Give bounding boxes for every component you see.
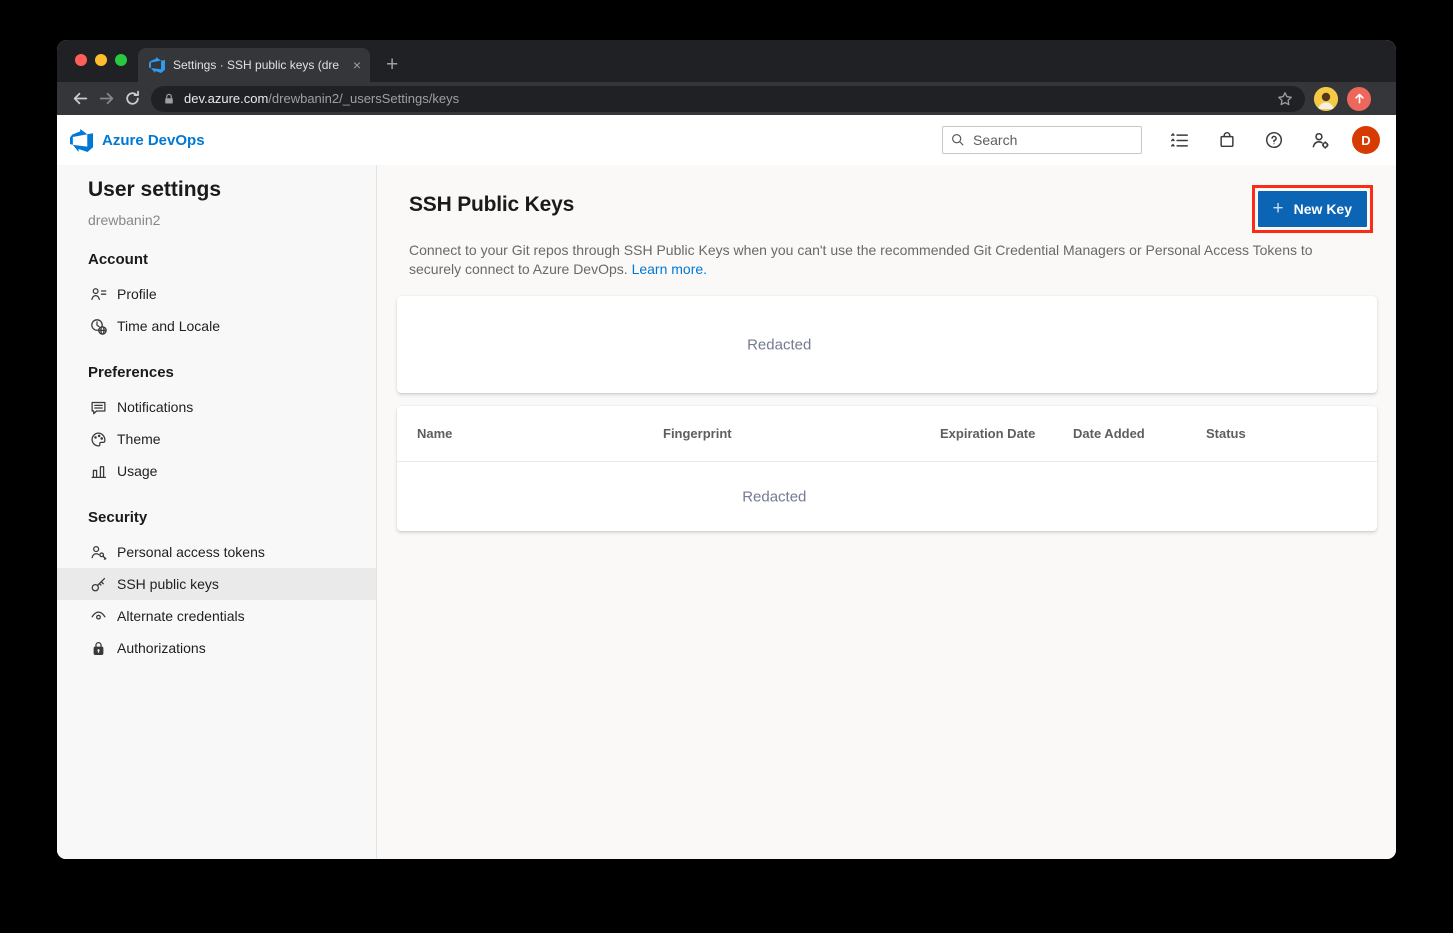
keys-table: Name Fingerprint Expiration Date Date Ad… [397,406,1377,531]
sidebar-item-label: Profile [117,286,157,302]
minimize-window-button[interactable] [95,54,107,66]
table-header-row: Name Fingerprint Expiration Date Date Ad… [397,406,1377,462]
sidebar-item-label: Usage [117,463,157,479]
macos-traffic-lights [75,54,127,66]
redacted-text: Redacted [747,336,811,353]
search-box[interactable] [942,126,1142,154]
url-path: /drewbanin2/_usersSettings/keys [268,91,459,106]
sidebar-item-label: Authorizations [117,640,206,656]
sidebar-item-label: Time and Locale [117,318,220,334]
user-settings-gear-icon[interactable] [1297,115,1344,165]
task-list-icon[interactable] [1156,115,1203,165]
column-header-name: Name [417,426,663,441]
page-description: Connect to your Git repos through SSH Pu… [409,241,1361,279]
column-header-date-added: Date Added [1073,426,1206,441]
time-locale-icon [90,318,107,335]
learn-more-link[interactable]: Learn more. [632,261,707,277]
sidebar-item-personal-access-tokens[interactable]: Personal access tokens [57,536,376,568]
address-bar[interactable]: dev.azure.com/drewbanin2/_usersSettings/… [151,86,1305,112]
column-header-expiration-date: Expiration Date [940,426,1073,441]
forward-icon[interactable] [93,86,119,112]
browser-window: Settings · SSH public keys (dre × + dev.… [57,40,1396,859]
marketplace-bag-icon[interactable] [1203,115,1250,165]
browser-update-icon[interactable] [1347,87,1371,111]
eye-icon [90,608,107,625]
search-input[interactable] [973,132,1133,148]
usage-chart-icon [90,463,107,480]
annotation-highlight-box: + New Key [1252,185,1373,233]
azure-devops-home-link[interactable]: Azure DevOps [70,129,205,152]
tab-title: Settings · SSH public keys (dre [173,58,345,72]
sidebar-item-label: Notifications [117,399,193,415]
sidebar-section-preferences: Preferences [88,363,376,383]
column-header-status: Status [1206,426,1377,441]
theme-palette-icon [90,431,107,448]
url-domain: dev.azure.com [184,91,268,106]
azure-devops-favicon [149,57,165,73]
description-text: Connect to your Git repos through SSH Pu… [409,242,1313,277]
sidebar-item-label: Personal access tokens [117,544,265,560]
brand-name: Azure DevOps [102,132,205,149]
zoom-window-button[interactable] [115,54,127,66]
access-token-icon [90,544,107,561]
settings-sidebar: User settings drewbanin2 Account Profile… [57,165,377,859]
reload-icon[interactable] [119,86,145,112]
lock-icon [90,640,107,657]
sidebar-item-label: Alternate credentials [117,608,245,624]
back-icon[interactable] [67,86,93,112]
ssh-key-icon [90,576,107,593]
new-tab-button[interactable]: + [386,54,398,75]
sidebar-item-alternate-credentials[interactable]: Alternate credentials [57,600,376,632]
tab-close-icon[interactable]: × [353,58,361,72]
search-icon [951,133,965,147]
sidebar-item-time-and-locale[interactable]: Time and Locale [57,310,376,342]
page-title: SSH Public Keys [409,193,574,217]
sidebar-section-account: Account [88,250,376,270]
new-key-button-label: New Key [1294,201,1352,217]
https-lock-icon [163,93,175,105]
close-window-button[interactable] [75,54,87,66]
sidebar-item-label: Theme [117,431,161,447]
sidebar-item-theme[interactable]: Theme [57,423,376,455]
account-avatar[interactable]: D [1352,126,1380,154]
help-icon[interactable] [1250,115,1297,165]
browser-profile-avatar[interactable] [1314,87,1338,111]
new-key-button[interactable]: + New Key [1258,191,1367,227]
sidebar-item-ssh-public-keys[interactable]: SSH public keys [57,568,376,600]
plus-icon: + [1273,199,1284,218]
keys-redacted-panel: Redacted [397,296,1377,393]
sidebar-item-authorizations[interactable]: Authorizations [57,632,376,664]
ssh-keys-page: SSH Public Keys + New Key Connect to you… [377,165,1396,859]
bookmark-star-icon[interactable] [1277,91,1293,107]
redacted-text: Redacted [742,488,806,505]
sidebar-item-notifications[interactable]: Notifications [57,391,376,423]
column-header-fingerprint: Fingerprint [663,426,940,441]
sidebar-title: User settings [88,178,376,202]
profile-icon [90,286,107,303]
sidebar-section-security: Security [88,508,376,528]
sidebar-username: drewbanin2 [88,211,376,229]
azure-devops-header: Azure DevOps D [57,115,1396,165]
browser-toolbar: dev.azure.com/drewbanin2/_usersSettings/… [57,82,1396,115]
sidebar-item-label: SSH public keys [117,576,219,592]
browser-tab-strip: Settings · SSH public keys (dre × + [57,40,1396,82]
sidebar-item-usage[interactable]: Usage [57,455,376,487]
table-row: Redacted [397,462,1377,531]
browser-tab-active[interactable]: Settings · SSH public keys (dre × [138,48,370,82]
azure-devops-logo-icon [70,129,93,152]
notifications-icon [90,399,107,416]
sidebar-item-profile[interactable]: Profile [57,278,376,310]
